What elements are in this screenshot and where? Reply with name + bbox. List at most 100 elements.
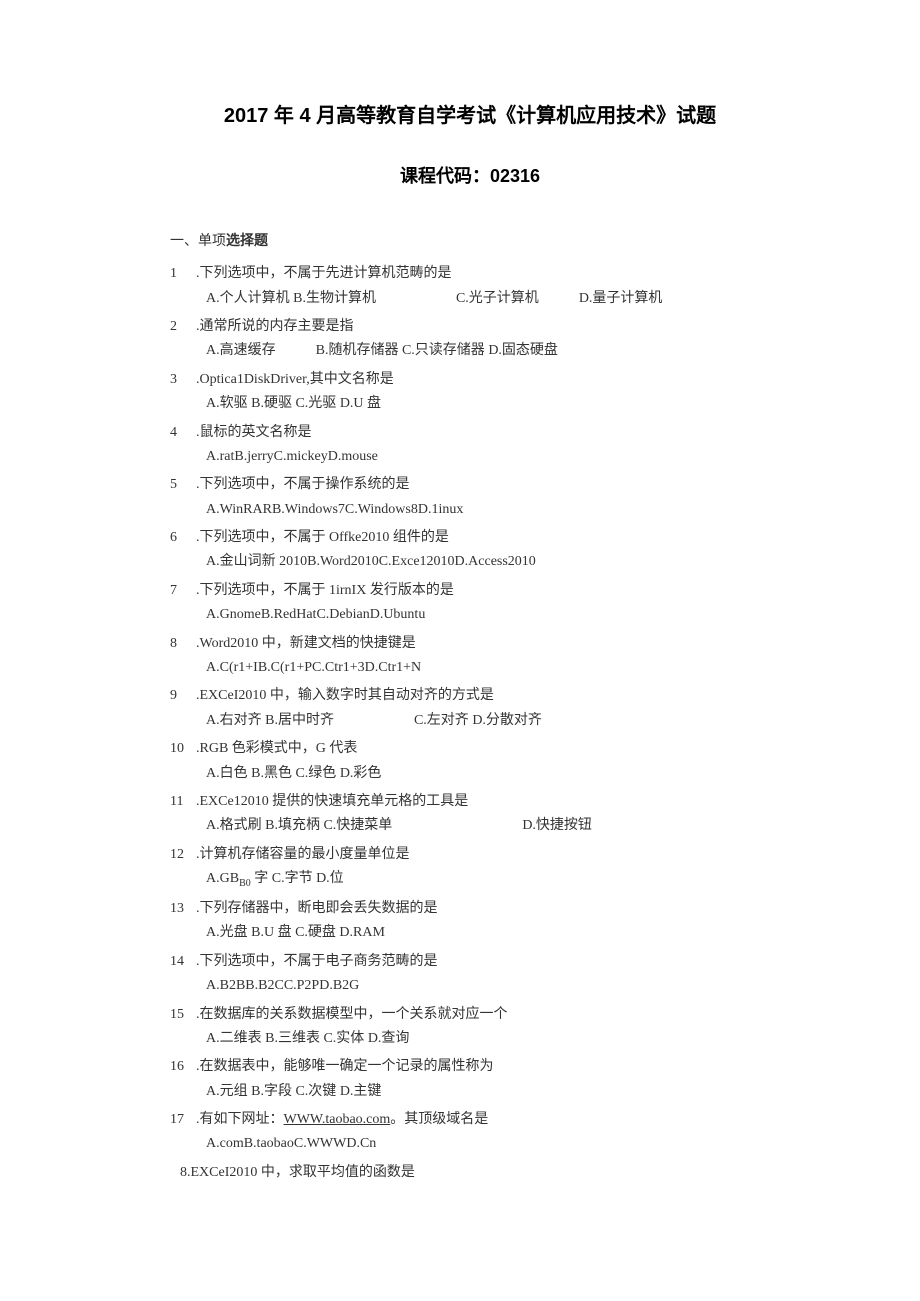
question-line: 11.EXCe12010 提供的快速填充单元格的工具是 [170, 791, 770, 813]
question-line: 3.Optica1DiskDriver,其中文名称是 [170, 369, 770, 391]
option: C.光子计算机 [456, 291, 539, 306]
option: A.白色 [206, 766, 251, 781]
section-header: 一、单项选择题 [170, 231, 770, 253]
question-line: 12.计算机存储容量的最小度量单位是 [170, 844, 770, 866]
option: B.RedHat [261, 607, 317, 622]
question-item: 17.有如下网址：WWW.taobao.com。其顶级域名是A.comB.tao… [170, 1109, 770, 1156]
option: A.右对齐 [206, 713, 265, 728]
option: B.居中时齐 [265, 713, 334, 728]
question-text: .Word2010 中，新建文档的快捷键是 [196, 633, 770, 655]
question-text: .EXCe12010 提供的快速填充单元格的工具是 [196, 791, 770, 813]
question-number: 17 [170, 1109, 196, 1131]
question-text: .通常所说的内存主要是指 [196, 316, 770, 338]
option: D.查询 [368, 1031, 410, 1046]
option: D.主键 [340, 1084, 382, 1099]
question-number: 12 [170, 844, 196, 866]
options-line: A.金山词新 2010B.Word2010C.Exce12010D.Access… [170, 551, 770, 573]
exam-title: 2017 年 4 月高等教育自学考试《计算机应用技术》试题 [170, 100, 770, 132]
course-code: 课程代码：02316 [170, 162, 770, 191]
options-line: A.comB.taobaoC.WWWD.Cn [170, 1133, 770, 1155]
question-number: 15 [170, 1004, 196, 1026]
question-number: 5 [170, 474, 196, 496]
option: B.三维表 [265, 1031, 323, 1046]
question-item: 4.鼠标的英文名称是A.ratB.jerryC.mickeyD.mouse [170, 422, 770, 469]
options-line: A.二维表 B.三维表 C.实体 D.查询 [170, 1028, 770, 1050]
option: C.左对齐 [414, 713, 472, 728]
option: C.Exce12010 [379, 554, 455, 569]
option: C.WWW [294, 1136, 346, 1151]
question-item: 7.下列选项中，不属于 1irnIX 发行版本的是A.GnomeB.RedHat… [170, 580, 770, 627]
options-line: A.元组 B.字段 C.次键 D.主键 [170, 1081, 770, 1103]
question-line: 10.RGB 色彩模式中，G 代表 [170, 738, 770, 760]
option: B.随机存储器 [316, 343, 402, 358]
option: D.B2G [319, 978, 359, 993]
option: D.Access2010 [455, 554, 536, 569]
options-line: A.个人计算机 B.生物计算机C.光子计算机D.量子计算机 [170, 288, 770, 310]
question-item: 8.Word2010 中，新建文档的快捷键是A.C(r1+IB.C(r1+PC.… [170, 633, 770, 680]
question-number: 8 [170, 633, 196, 655]
option: C.Debian [316, 607, 369, 622]
option: A.金山词新 2010 [206, 554, 307, 569]
question-number: 14 [170, 951, 196, 973]
question-number: 16 [170, 1056, 196, 1078]
question-line: 5.下列选项中，不属于操作系统的是 [170, 474, 770, 496]
question-line: 7.下列选项中，不属于 1irnIX 发行版本的是 [170, 580, 770, 602]
option: C.实体 [323, 1031, 367, 1046]
question-text: .下列选项中，不属于电子商务范畴的是 [196, 951, 770, 973]
option: A.C(r1+I [206, 660, 258, 675]
question-number: 4 [170, 422, 196, 444]
option: C.硬盘 [295, 925, 339, 940]
option: B.字段 [251, 1084, 295, 1099]
option: B.黑色 [251, 766, 295, 781]
question-item: 10.RGB 色彩模式中，G 代表 A.白色 B.黑色 C.绿色 D.彩色 [170, 738, 770, 785]
options-line: A.光盘 B.U 盘 C.硬盘 D.RAM [170, 922, 770, 944]
options-line: A.高速缓存B.随机存储器 C.只读存储器 D.固态硬盘 [170, 340, 770, 362]
option: B.U 盘 [251, 925, 295, 940]
option: C.绿色 [295, 766, 339, 781]
options-line: A.白色 B.黑色 C.绿色 D.彩色 [170, 763, 770, 785]
question-text: .鼠标的英文名称是 [196, 422, 770, 444]
option: B.jerry [234, 449, 273, 464]
option: A.光盘 [206, 925, 251, 940]
question-text: .下列选项中，不属于 Offke2010 组件的是 [196, 527, 770, 549]
section-bold: 选择题 [226, 234, 268, 249]
options-line: A.GnomeB.RedHatC.DebianD.Ubuntu [170, 604, 770, 626]
question-line: 2.通常所说的内存主要是指 [170, 316, 770, 338]
options-line: A.C(r1+IB.C(r1+PC.Ctr1+3D.Ctr1+N [170, 657, 770, 679]
options-line: A.B2BB.B2CC.P2PD.B2G [170, 975, 770, 997]
question-text: .计算机存储容量的最小度量单位是 [196, 844, 770, 866]
option: A.rat [206, 449, 234, 464]
question-text: .有如下网址：WWW.taobao.com。其顶级域名是 [196, 1109, 770, 1131]
option: D.RAM [339, 925, 385, 940]
question-number: 13 [170, 898, 196, 920]
question-text: .RGB 色彩模式中，G 代表 [196, 738, 770, 760]
question-line: 15.在数据库的关系数据模型中，一个关系就对应一个 [170, 1004, 770, 1026]
question-line: 6.下列选项中，不属于 Offke2010 组件的是 [170, 527, 770, 549]
option: B.生物计算机 [293, 291, 376, 306]
options-line: A.格式刷 B.填充柄 C.快捷菜单D.快捷按钮 [170, 815, 770, 837]
question-number: 11 [170, 791, 196, 813]
question-text: .在数据库的关系数据模型中，一个关系就对应一个 [196, 1004, 770, 1026]
option: D.U 盘 [340, 396, 381, 411]
options-line: A.右对齐 B.居中时齐C.左对齐 D.分散对齐 [170, 710, 770, 732]
option: B.C(r1+P [258, 660, 312, 675]
option: C.次键 [295, 1084, 339, 1099]
question-line: 9.EXCeI2010 中，输入数字时其自动对齐的方式是 [170, 685, 770, 707]
question-item: 5.下列选项中，不属于操作系统的是A.WinRARB.Windows7C.Win… [170, 474, 770, 521]
question-item: 11.EXCe12010 提供的快速填充单元格的工具是A.格式刷 B.填充柄 C… [170, 791, 770, 838]
options-line: A.ratB.jerryC.mickeyD.mouse [170, 446, 770, 468]
option: A.元组 [206, 1084, 251, 1099]
question-number: 9 [170, 685, 196, 707]
section-prefix: 一、单项 [170, 234, 226, 249]
question-text: .下列选项中，不属于先进计算机范畴的是 [196, 263, 770, 285]
option: A.软驱 [206, 396, 251, 411]
option: A.个人计算机 [206, 291, 293, 306]
question-text: .EXCeI2010 中，输入数字时其自动对齐的方式是 [196, 685, 770, 707]
question-number: 1 [170, 263, 196, 285]
question-item: 8.EXCeI2010 中，求取平均值的函数是 [170, 1162, 770, 1184]
option: D.快捷按钮 [522, 818, 592, 833]
question-text: .下列选项中，不属于 1irnIX 发行版本的是 [196, 580, 770, 602]
option: A.WinRAR [206, 502, 272, 517]
question-item: 15.在数据库的关系数据模型中，一个关系就对应一个A.二维表 B.三维表 C.实… [170, 1004, 770, 1051]
question-number: 3 [170, 369, 196, 391]
